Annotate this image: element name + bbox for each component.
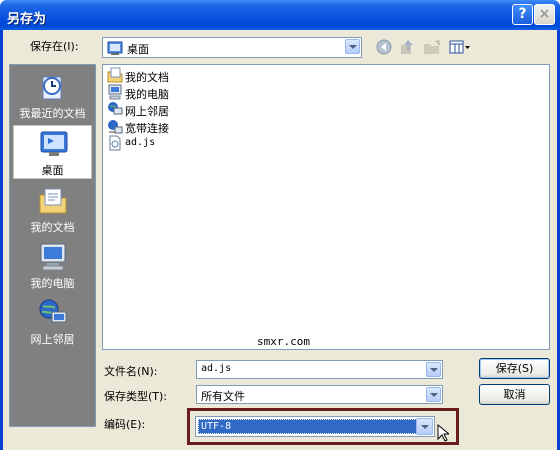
new-folder-icon[interactable] — [423, 39, 442, 58]
window-title: 另存为 — [7, 12, 47, 27]
place-recent-documents[interactable]: 我最近的文档 — [13, 69, 92, 123]
network-places-icon — [107, 101, 123, 117]
script-file-icon — [107, 135, 123, 151]
location-select[interactable]: 桌面 — [102, 37, 362, 58]
filename-input[interactable]: ad.js — [196, 360, 443, 379]
filetype-value: 所有文件 — [201, 390, 245, 403]
watermark-text: smxr.com — [257, 335, 310, 348]
help-button[interactable]: ? — [512, 4, 533, 25]
filetype-dropdown-button[interactable] — [426, 387, 441, 402]
location-value: 桌面 — [127, 43, 149, 56]
my-documents-icon — [37, 185, 69, 217]
file-name: 我的文档 — [125, 71, 169, 84]
place-my-documents[interactable]: 我的文档 — [13, 183, 92, 237]
place-label: 我的文档 — [30, 221, 75, 234]
dialog-body: 保存在(I): 桌面 我最近的文档 桌面 我的文档 我的电脑 网上邻居 我的文档… — [3, 30, 557, 450]
encoding-label: 编码(E): — [104, 418, 146, 431]
broadband-connection-icon — [107, 118, 123, 134]
views-menu-icon[interactable] — [449, 39, 471, 58]
file-name: ad.js — [125, 137, 156, 148]
file-name: 宽带连接 — [125, 122, 169, 135]
cancel-button[interactable]: 取消 — [479, 384, 550, 405]
save-button[interactable]: 保存(S) — [479, 358, 550, 379]
place-my-computer[interactable]: 我的电脑 — [13, 239, 92, 293]
up-folder-icon[interactable] — [399, 39, 417, 58]
network-places-icon — [37, 297, 69, 329]
place-desktop[interactable]: 桌面 — [13, 125, 92, 179]
places-bar: 我最近的文档 桌面 我的文档 我的电脑 网上邻居 — [9, 64, 96, 427]
close-button[interactable]: × — [534, 4, 555, 25]
place-label: 我最近的文档 — [19, 107, 86, 120]
filetype-label: 保存类型(T): — [104, 390, 168, 403]
place-network-places[interactable]: 网上邻居 — [13, 295, 92, 349]
place-label: 网上邻居 — [30, 333, 75, 346]
save-as-dialog: 另存为 ? × 保存在(I): 桌面 我最近的文档 桌面 我的文档 我的电脑 网… — [0, 0, 560, 450]
place-label: 桌面 — [41, 164, 64, 177]
encoding-highlight-box: UTF-8 — [187, 408, 459, 445]
encoding-dropdown-button[interactable] — [416, 418, 433, 435]
filename-value: ad.js — [201, 363, 232, 374]
encoding-select[interactable]: UTF-8 — [195, 416, 435, 437]
title-bar[interactable]: 另存为 ? × — [0, 0, 560, 30]
mouse-cursor-icon — [437, 423, 451, 445]
recent-documents-icon — [37, 71, 69, 103]
file-list[interactable]: 我的文档 我的电脑 网上邻居 宽带连接 ad.js smxr.com — [102, 64, 550, 350]
location-dropdown-button[interactable] — [345, 39, 360, 54]
back-icon[interactable] — [376, 39, 392, 58]
save-in-label: 保存在(I): — [30, 40, 79, 53]
my-computer-icon — [37, 241, 69, 273]
filename-label: 文件名(N): — [104, 365, 158, 378]
place-label: 我的电脑 — [30, 277, 75, 290]
file-name: 网上邻居 — [125, 105, 169, 118]
encoding-value: UTF-8 — [198, 419, 417, 434]
my-documents-icon — [107, 67, 123, 83]
filename-dropdown-button[interactable] — [426, 362, 441, 377]
file-name: 我的电脑 — [125, 88, 169, 101]
my-computer-icon — [107, 84, 123, 100]
desktop-icon — [38, 128, 70, 160]
desktop-icon — [107, 40, 123, 59]
filetype-select[interactable]: 所有文件 — [196, 385, 443, 404]
